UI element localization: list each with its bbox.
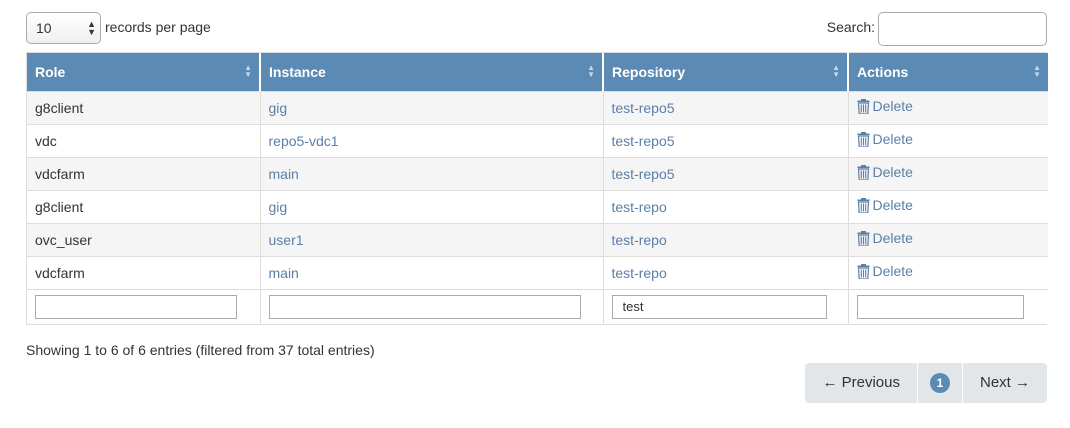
column-header-label: Repository [612, 63, 686, 80]
repository-link[interactable]: test-repo5 [612, 100, 675, 116]
trash-icon [857, 230, 870, 247]
actions-cell: Delete [848, 222, 1048, 256]
delete-button[interactable]: Delete [857, 131, 913, 148]
trash-icon [857, 98, 870, 115]
column-header-label: Instance [269, 63, 326, 80]
role-text: g8client [35, 198, 84, 215]
delete-button[interactable]: Delete [857, 164, 913, 181]
delete-label: Delete [872, 98, 913, 115]
repository-filter-input[interactable] [611, 294, 827, 319]
trash-icon [857, 263, 870, 280]
instance-cell: repo5-vdc1 [260, 123, 604, 157]
delete-label: Delete [872, 230, 913, 247]
instance-link[interactable]: gig [269, 100, 288, 116]
repository-link[interactable]: test-repo [612, 265, 667, 281]
table-row: ovc_user user1 test-repo Delete [27, 222, 1048, 256]
repository-link[interactable]: test-repo [612, 232, 667, 248]
repository-cell: test-repo5 [603, 156, 849, 190]
delete-label: Delete [872, 263, 913, 280]
records-per-page-value: 10 [36, 20, 52, 36]
current-page-button[interactable]: 1 [918, 363, 963, 403]
instance-link[interactable]: gig [269, 199, 288, 215]
actions-cell: Delete [848, 189, 1048, 223]
role-cell: vdcfarm [27, 255, 261, 289]
role-text: vdcfarm [35, 165, 85, 182]
table-row: g8client gig test-repo Delete [27, 189, 1048, 223]
pagination: ← Previous 1 Next → [805, 363, 1047, 403]
records-per-page-label: records per page [105, 19, 211, 35]
sort-both-icon: ▲ ▼ [1033, 63, 1041, 79]
instance-link[interactable]: main [269, 265, 299, 281]
column-header-actions[interactable]: Actions ▲ ▼ [848, 53, 1048, 91]
table-info: Showing 1 to 6 of 6 entries (filtered fr… [26, 342, 375, 358]
repository-link[interactable]: test-repo [612, 199, 667, 215]
delete-button[interactable]: Delete [857, 230, 913, 247]
sort-both-icon: ▲ ▼ [244, 63, 252, 79]
column-header-label: Actions [857, 63, 909, 80]
actions-cell: Delete [848, 90, 1048, 124]
trash-icon [857, 164, 870, 181]
role-text: ovc_user [35, 231, 92, 248]
instance-cell: gig [260, 90, 604, 124]
actions-filter-input[interactable] [856, 294, 1024, 319]
table-row: vdcfarm main test-repo5 Delete [27, 156, 1048, 190]
repository-cell: test-repo [603, 255, 849, 289]
current-page-badge: 1 [929, 373, 950, 393]
column-header-repository[interactable]: Repository ▲ ▼ [603, 53, 849, 91]
column-header-label: Role [35, 63, 66, 80]
sort-both-icon: ▲ ▼ [587, 63, 595, 79]
filter-row [27, 288, 1048, 324]
role-text: vdc [35, 132, 57, 149]
records-per-page-select[interactable]: 10 ▲ ▼ [26, 12, 101, 44]
delete-button[interactable]: Delete [857, 98, 913, 115]
next-page-button[interactable]: Next → [963, 363, 1047, 403]
role-filter-input[interactable] [35, 294, 237, 319]
instance-cell: user1 [260, 222, 604, 256]
column-header-role[interactable]: Role ▲ ▼ [27, 53, 261, 91]
repository-cell: test-repo [603, 222, 849, 256]
role-text: vdcfarm [35, 264, 85, 281]
role-cell: g8client [27, 189, 261, 223]
repository-cell: test-repo [603, 189, 849, 223]
role-cell: vdcfarm [27, 156, 261, 190]
delete-button[interactable]: Delete [857, 263, 913, 280]
instance-filter-input[interactable] [268, 294, 581, 319]
delete-button[interactable]: Delete [857, 197, 913, 214]
role-text: g8client [35, 99, 84, 116]
repository-cell: test-repo5 [603, 90, 849, 124]
instance-link[interactable]: main [269, 166, 299, 182]
table-header-row: Role ▲ ▼ Instance ▲ ▼ Repository ▲ ▼ Action… [27, 53, 1048, 91]
actions-cell: Delete [848, 156, 1048, 190]
actions-cell: Delete [848, 255, 1048, 289]
search-input[interactable] [878, 12, 1047, 46]
role-cell: vdc [27, 123, 261, 157]
table-row: g8client gig test-repo5 Delete [27, 90, 1048, 124]
column-header-instance[interactable]: Instance ▲ ▼ [260, 53, 604, 91]
delete-label: Delete [872, 197, 913, 214]
repository-link[interactable]: test-repo5 [612, 166, 675, 182]
instance-link[interactable]: user1 [269, 232, 304, 248]
instance-cell: main [260, 255, 604, 289]
trash-icon [857, 197, 870, 214]
trash-icon [857, 131, 870, 148]
table-row: vdcfarm main test-repo Delete [27, 255, 1048, 289]
repository-link[interactable]: test-repo5 [612, 133, 675, 149]
role-cell: g8client [27, 90, 261, 124]
select-arrows-icon: ▲ ▼ [87, 19, 96, 37]
sort-both-icon: ▲ ▼ [832, 63, 840, 79]
table-toolbar: 10 ▲ ▼ records per page Search: [26, 12, 1047, 46]
repository-cell: test-repo5 [603, 123, 849, 157]
delete-label: Delete [872, 164, 913, 181]
previous-page-button[interactable]: ← Previous [805, 363, 918, 403]
instance-cell: gig [260, 189, 604, 223]
data-table: Role ▲ ▼ Instance ▲ ▼ Repository ▲ ▼ Action… [26, 52, 1048, 325]
table-row: vdc repo5-vdc1 test-repo5 Delete [27, 123, 1048, 157]
instance-cell: main [260, 156, 604, 190]
actions-cell: Delete [848, 123, 1048, 157]
delete-label: Delete [872, 131, 913, 148]
role-cell: ovc_user [27, 222, 261, 256]
instance-link[interactable]: repo5-vdc1 [269, 133, 339, 149]
search-label: Search: [826, 19, 875, 35]
